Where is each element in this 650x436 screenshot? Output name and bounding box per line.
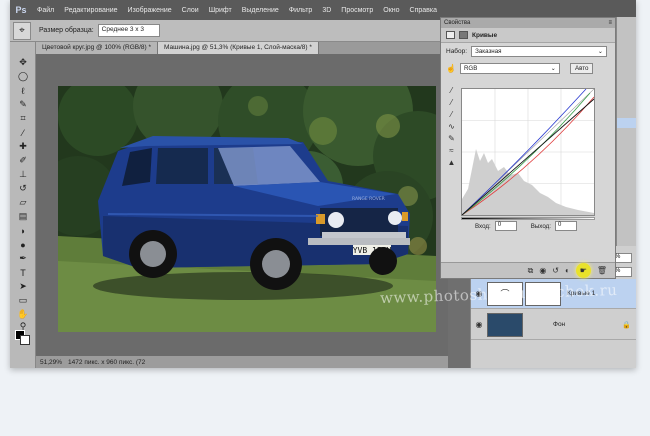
preset-row: Набор: Заказная ⌄ xyxy=(441,43,615,60)
curves-graph[interactable] xyxy=(461,88,595,216)
preset-value: Заказная xyxy=(475,48,502,55)
adjustment-title-row: Кривые xyxy=(441,28,615,43)
move-tool-icon[interactable]: ✥ xyxy=(15,56,31,69)
delete-icon[interactable]: 🗑 xyxy=(597,266,607,275)
screenshot-stage: Ps Файл Редактирование Изображение Слои … xyxy=(0,0,650,436)
sample-size-label: Размер образца: xyxy=(39,27,94,34)
pen-tool-icon[interactable]: ✒ xyxy=(15,252,31,265)
menu-layers[interactable]: Слои xyxy=(177,7,204,14)
preset-label: Набор: xyxy=(446,48,468,55)
visibility-eye-icon[interactable]: ◉ xyxy=(471,320,487,329)
curve-tools: ⁄ ⁄ ⁄ ∿ ✎ ≈ ▲ xyxy=(446,86,457,170)
eraser-tool-icon[interactable]: ▱ xyxy=(15,196,31,209)
panel-menu-icon[interactable]: ≡ xyxy=(608,20,612,26)
path-select-tool-icon[interactable]: ➤ xyxy=(15,280,31,293)
menu-view[interactable]: Просмотр xyxy=(336,7,378,14)
gradient-tool-icon[interactable]: ▤ xyxy=(15,210,31,223)
clone-stamp-tool-icon[interactable]: ⊥ xyxy=(15,168,31,181)
adjustment-icon[interactable] xyxy=(446,31,455,39)
layer-row-background[interactable]: ◉ Фон 🔒 xyxy=(471,310,636,340)
gradient-bar xyxy=(461,217,595,220)
blur-tool-icon[interactable]: ◗ xyxy=(15,224,31,237)
target-adjust-icon[interactable]: ☝ xyxy=(446,64,456,73)
clipping-warning-icon[interactable]: ▲ xyxy=(446,158,457,170)
tab-color-wheel[interactable]: Цветовой круг.jpg @ 100% (RGB/8) * xyxy=(36,42,159,54)
input-label: Вход: xyxy=(475,222,491,230)
lock-icon: 🔒 xyxy=(622,321,631,329)
output-label: Выход: xyxy=(530,222,551,230)
smooth-icon[interactable]: ≈ xyxy=(446,146,457,158)
tools-panel: ✥ ◯ ℓ ✎ ⌗ ⁄ ✚ ✐ ⊥ ↺ ▱ ▤ ◗ ● ✒ T ➤ ▭ ✋ ⚲ xyxy=(10,42,36,368)
adjustment-title: Кривые xyxy=(472,31,498,39)
mask-icon[interactable] xyxy=(459,31,468,39)
quick-select-tool-icon[interactable]: ✎ xyxy=(15,98,31,111)
chevron-down-icon: ⌄ xyxy=(597,48,604,55)
reset-icon[interactable]: ↺ xyxy=(552,266,559,275)
eyedropper-white-icon[interactable]: ⁄ xyxy=(446,110,457,122)
photoshop-window: Ps Файл Редактирование Изображение Слои … xyxy=(10,0,636,368)
layer-name: Фон xyxy=(553,321,566,328)
view-previous-icon[interactable]: ◉ xyxy=(539,266,546,275)
clip-to-layer-icon[interactable]: ⧉ xyxy=(528,266,534,276)
properties-footer: ⧉ ◉ ↺ ◐ ☛ 🗑 xyxy=(441,262,615,278)
eyedropper-gray-icon[interactable]: ⁄ xyxy=(446,98,457,110)
dodge-tool-icon[interactable]: ● xyxy=(15,238,31,251)
sample-size-select[interactable]: Среднее 3 x 3 xyxy=(97,24,160,37)
channel-row: ☝ RGB ⌄ Авто xyxy=(441,60,615,77)
channel-value: RGB xyxy=(463,65,478,72)
pencil-tool-icon[interactable]: ✎ xyxy=(446,134,457,146)
tab-car[interactable]: Машина.jpg @ 51,3% (Кривые 1, Слой-маска… xyxy=(158,42,319,54)
menu-image[interactable]: Изображение xyxy=(123,7,177,14)
canvas-area[interactable]: YVB 153H RANGE ROVER xyxy=(36,54,448,356)
history-brush-tool-icon[interactable]: ↺ xyxy=(15,182,31,195)
chevron-down-icon: ⌄ xyxy=(550,65,556,72)
auto-button[interactable]: Авто xyxy=(569,63,594,74)
output-field[interactable]: 0 xyxy=(554,221,577,231)
marquee-tool-icon[interactable]: ◯ xyxy=(15,70,31,83)
toggle-visibility-icon[interactable]: ◐ xyxy=(565,266,570,275)
type-tool-icon[interactable]: T xyxy=(15,266,31,279)
document-info: 1472 пикс. x 960 пикс. (72 xyxy=(68,358,146,366)
menu-filter[interactable]: Фильтр xyxy=(284,7,318,14)
eyedropper-preset-icon[interactable]: ⌖ xyxy=(13,21,31,40)
properties-panel: Свойства ≡ Кривые Набор: Заказная ⌄ ☝ RG… xyxy=(440,17,616,279)
curves-graph-svg xyxy=(461,88,595,216)
eyedropper-black-icon[interactable]: ⁄ xyxy=(446,86,457,98)
status-bar: 51,29% 1472 пикс. x 960 пикс. (72 xyxy=(36,356,448,368)
right-panel-selection xyxy=(617,118,636,128)
brush-tool-icon[interactable]: ✐ xyxy=(15,154,31,167)
shape-tool-icon[interactable]: ▭ xyxy=(15,294,31,307)
input-field[interactable]: 0 xyxy=(494,221,517,231)
preset-select[interactable]: Заказная ⌄ xyxy=(471,46,608,57)
zoom-level[interactable]: 51,29% xyxy=(40,359,62,366)
document-tabs: Цветовой круг.jpg @ 100% (RGB/8) * Машин… xyxy=(36,42,448,54)
menu-3d[interactable]: 3D xyxy=(317,7,336,14)
properties-panel-title: Свойства xyxy=(444,20,471,26)
crop-tool-icon[interactable]: ⌗ xyxy=(15,112,31,125)
input-output-row: Вход: 0 Выход: 0 xyxy=(475,221,577,231)
menu-window[interactable]: Окно xyxy=(378,7,404,14)
background-layer-thumb xyxy=(487,312,523,337)
lasso-tool-icon[interactable]: ℓ xyxy=(15,84,31,97)
hood-lettering: RANGE ROVER xyxy=(352,196,385,202)
highlighted-cursor-icon[interactable]: ☛ xyxy=(575,263,591,278)
eyedropper-tool-icon[interactable]: ⁄ xyxy=(15,126,31,139)
menu-help[interactable]: Справка xyxy=(405,7,442,14)
healing-brush-tool-icon[interactable]: ✚ xyxy=(15,140,31,153)
menu-edit[interactable]: Редактирование xyxy=(59,7,122,14)
options-bar: ⌖ Размер образца: Среднее 3 x 3 xyxy=(10,20,440,42)
menu-type[interactable]: Шрифт xyxy=(204,7,237,14)
menu-select[interactable]: Выделение xyxy=(237,7,284,14)
menu-file[interactable]: Файл xyxy=(32,7,59,14)
photoshop-logo-icon: Ps xyxy=(15,5,27,15)
properties-panel-header: Свойства ≡ xyxy=(441,18,615,28)
curve-point-tool-icon[interactable]: ∿ xyxy=(446,122,457,134)
background-color-swatch[interactable] xyxy=(20,335,30,345)
channel-select[interactable]: RGB ⌄ xyxy=(459,63,560,74)
